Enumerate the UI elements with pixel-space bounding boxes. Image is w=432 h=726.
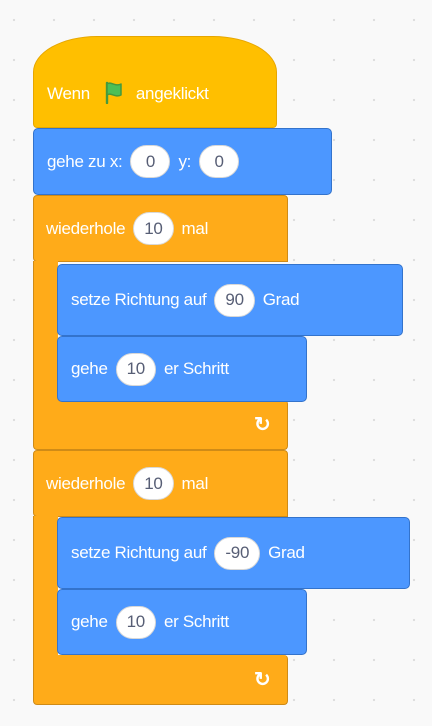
steps-input[interactable]: 10 (115, 605, 156, 639)
repeat-arrow-icon: ↻ (254, 669, 271, 691)
move-steps-block[interactable]: gehe 10 er Schritt (57, 589, 307, 655)
y-input[interactable]: 0 (199, 145, 240, 178)
move-steps-block[interactable]: gehe 10 er Schritt (57, 336, 307, 402)
repeat-label-prefix: wiederhole (46, 473, 126, 493)
move-label: gehe (71, 612, 108, 631)
direction-input[interactable]: 90 (214, 283, 255, 317)
move-unit: er Schritt (163, 359, 229, 378)
steps-input[interactable]: 10 (115, 352, 156, 386)
point-in-direction-block[interactable]: setze Richtung auf -90 Grad (57, 517, 410, 589)
goto-label: gehe zu x: (47, 151, 123, 171)
repeat-count-input[interactable]: 10 (133, 212, 174, 245)
goto-y-label: y: (178, 151, 192, 171)
repeat-label-prefix: wiederhole (46, 218, 126, 238)
move-unit: er Schritt (163, 612, 229, 631)
hat-label-suffix: angeklickt (135, 84, 209, 103)
direction-label: setze Richtung auf (71, 290, 207, 309)
repeat-count-input[interactable]: 10 (133, 467, 174, 500)
code-workspace[interactable]: Wenn angeklickt gehe zu x: 0 y: 0 wieder… (0, 0, 432, 726)
x-input[interactable]: 0 (130, 145, 171, 178)
repeat-label-suffix: mal (181, 473, 209, 493)
repeat-header: wiederhole 10 mal (46, 467, 208, 500)
direction-input[interactable]: -90 (214, 536, 261, 570)
move-label: gehe (71, 359, 108, 378)
green-flag-icon (102, 80, 126, 109)
repeat-label-suffix: mal (181, 218, 209, 238)
point-in-direction-block[interactable]: setze Richtung auf 90 Grad (57, 264, 403, 336)
direction-unit: Grad (268, 543, 305, 562)
repeat-arrow-icon: ↻ (254, 414, 271, 436)
repeat-header: wiederhole 10 mal (46, 212, 208, 245)
go-to-xy-block[interactable]: gehe zu x: 0 y: 0 (33, 128, 332, 195)
direction-label: setze Richtung auf (71, 543, 207, 562)
hat-label-prefix: Wenn (47, 84, 90, 103)
direction-unit: Grad (262, 290, 300, 309)
when-flag-clicked-block[interactable]: Wenn angeklickt (33, 36, 277, 128)
